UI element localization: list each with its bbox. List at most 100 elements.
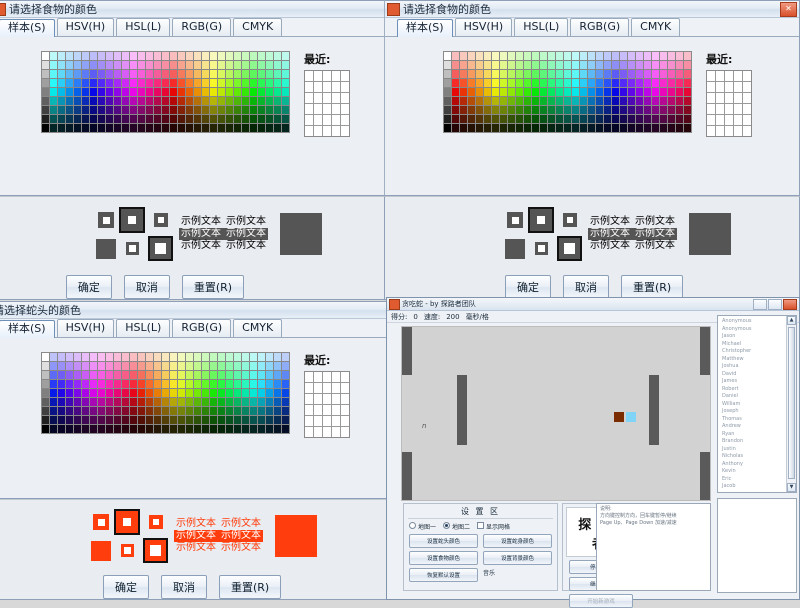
color-swatch[interactable] [636,79,643,87]
color-swatch[interactable] [122,79,129,87]
color-swatch[interactable] [540,70,547,78]
color-swatch[interactable] [226,407,233,415]
color-swatch[interactable] [202,52,209,60]
color-swatch[interactable] [484,52,491,60]
color-swatch[interactable] [114,353,121,361]
color-swatch[interactable] [684,79,691,87]
color-swatch[interactable] [146,124,153,132]
recent-color-swatch[interactable] [725,82,733,92]
recent-color-swatch[interactable] [341,405,349,415]
color-swatch[interactable] [74,124,81,132]
color-swatch[interactable] [194,79,201,87]
color-swatch[interactable] [242,425,249,433]
color-swatch[interactable] [588,97,595,105]
color-swatch[interactable] [636,70,643,78]
color-swatch[interactable] [186,70,193,78]
color-swatch[interactable] [516,124,523,132]
color-swatch[interactable] [162,398,169,406]
color-swatch[interactable] [58,389,65,397]
color-swatch[interactable] [210,106,217,114]
color-swatch[interactable] [42,425,49,433]
recent-color-swatch[interactable] [332,93,340,103]
color-swatch[interactable] [178,416,185,424]
color-swatch[interactable] [42,106,49,114]
color-swatch[interactable] [452,115,459,123]
secondary-list-panel[interactable] [717,498,797,593]
set-food-color-button[interactable]: 设置食物颜色 [409,551,478,565]
color-swatch[interactable] [162,79,169,87]
color-swatch[interactable] [186,389,193,397]
color-swatch[interactable] [516,88,523,96]
list-item[interactable]: William [720,401,795,409]
color-swatch[interactable] [636,106,643,114]
color-swatch[interactable] [202,106,209,114]
color-swatch[interactable] [266,371,273,379]
checkbox-show-grid[interactable]: 显示网格 [477,522,510,531]
color-swatch[interactable] [572,97,579,105]
color-swatch[interactable] [460,124,467,132]
color-swatch[interactable] [628,79,635,87]
color-swatch[interactable] [58,380,65,388]
color-swatch[interactable] [572,106,579,114]
color-swatch[interactable] [66,124,73,132]
color-swatch[interactable] [82,416,89,424]
color-swatch[interactable] [170,353,177,361]
color-swatch[interactable] [266,79,273,87]
color-swatch[interactable] [106,371,113,379]
list-item[interactable]: Nicholas [720,453,795,461]
tab-hsv[interactable]: HSV(H) [454,18,513,36]
recent-color-swatch[interactable] [332,405,340,415]
color-swatch[interactable] [106,97,113,105]
color-swatch[interactable] [258,425,265,433]
color-swatch[interactable] [74,398,81,406]
recent-color-swatch[interactable] [341,93,349,103]
color-swatch[interactable] [138,106,145,114]
color-swatch[interactable] [74,425,81,433]
color-swatch[interactable] [282,88,289,96]
color-swatch[interactable] [130,106,137,114]
color-swatch[interactable] [154,380,161,388]
color-swatch[interactable] [210,52,217,60]
color-swatch[interactable] [258,115,265,123]
color-swatch[interactable] [154,52,161,60]
color-swatch[interactable] [588,106,595,114]
color-swatch[interactable] [532,106,539,114]
color-swatch[interactable] [540,52,547,60]
color-swatch[interactable] [162,380,169,388]
color-swatch[interactable] [210,115,217,123]
color-swatch[interactable] [250,416,257,424]
color-swatch[interactable] [98,398,105,406]
color-swatch[interactable] [612,70,619,78]
color-swatch[interactable] [90,70,97,78]
recent-color-swatch[interactable] [305,82,313,92]
color-swatch[interactable] [226,425,233,433]
color-swatch[interactable] [676,79,683,87]
color-swatch[interactable] [226,115,233,123]
color-swatch[interactable] [612,106,619,114]
color-swatch[interactable] [138,124,145,132]
color-swatch[interactable] [604,88,611,96]
color-swatch[interactable] [42,371,49,379]
color-swatch[interactable] [484,88,491,96]
tab-rgb[interactable]: RGB(G) [172,319,232,337]
color-swatch[interactable] [636,52,643,60]
recent-color-swatch[interactable] [314,405,322,415]
color-swatch[interactable] [668,52,675,60]
color-swatch[interactable] [82,380,89,388]
color-swatch[interactable] [74,416,81,424]
color-swatch[interactable] [668,97,675,105]
color-swatch[interactable] [138,79,145,87]
list-item[interactable]: Ryan [720,431,795,439]
color-swatch[interactable] [194,380,201,388]
color-swatch[interactable] [476,79,483,87]
recent-color-swatch[interactable] [332,82,340,92]
color-swatch[interactable] [202,97,209,105]
color-swatch[interactable] [588,61,595,69]
color-swatch[interactable] [50,398,57,406]
cancel-button[interactable]: 取消 [563,275,609,299]
color-swatch[interactable] [210,124,217,132]
color-swatch[interactable] [476,97,483,105]
color-swatch[interactable] [676,106,683,114]
list-item[interactable]: David [720,371,795,379]
color-swatch[interactable] [644,115,651,123]
